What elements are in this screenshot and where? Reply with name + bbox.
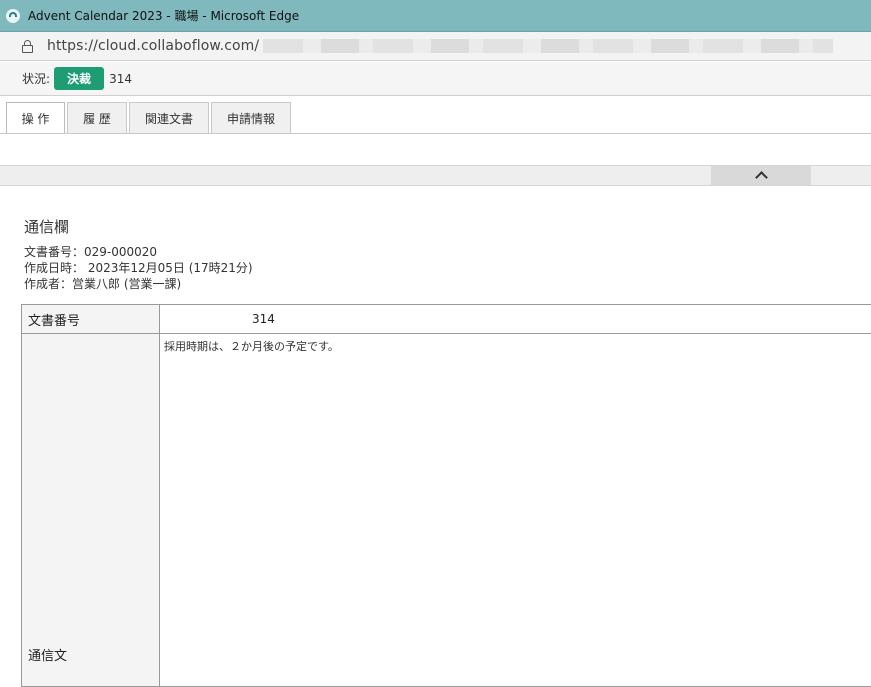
window-title: Advent Calendar 2023 - 職場 - Microsoft Ed… — [28, 7, 299, 24]
tab-bar: 操 作 履 歴 関連文書 申請情報 — [6, 102, 293, 134]
window-titlebar: Advent Calendar 2023 - 職場 - Microsoft Ed… — [0, 0, 871, 32]
collapse-button[interactable] — [711, 166, 811, 185]
meta-created-at: 作成日時： 2023年12月05日 (17時21分) — [24, 259, 253, 276]
message-form-table: 文書番号 314 通信文 採用時期は、２か月後の予定です。 — [21, 304, 871, 687]
url-text[interactable]: https://cloud.collaboflow.com/ — [47, 38, 259, 54]
tab-operation[interactable]: 操 作 — [6, 102, 65, 134]
section-title: 通信欄 — [24, 216, 69, 237]
tab-related-documents[interactable]: 関連文書 — [129, 102, 209, 133]
tab-divider — [0, 133, 871, 134]
field-value-doc-number: 314 — [160, 305, 871, 334]
url-redacted — [263, 39, 833, 53]
tab-label: 申請情報 — [227, 110, 275, 127]
collapse-bar — [0, 165, 871, 186]
tab-history[interactable]: 履 歴 — [67, 102, 127, 133]
edge-icon — [6, 9, 20, 23]
chevron-up-icon — [755, 171, 768, 184]
tab-application-info[interactable]: 申請情報 — [211, 102, 291, 133]
tab-label: 関連文書 — [145, 110, 193, 127]
tab-label: 履 歴 — [83, 110, 111, 127]
tab-label: 操 作 — [22, 110, 50, 127]
status-doc-number: 314 — [109, 72, 132, 86]
field-label-doc-number: 文書番号 — [22, 305, 160, 334]
meta-author: 作成者：営業八郎 (営業一課) — [24, 275, 181, 292]
status-label: 状況: — [22, 70, 50, 87]
table-row: 文書番号 314 — [22, 305, 871, 334]
status-bar: 状況: 決裁 314 — [0, 62, 871, 96]
address-bar[interactable]: https://cloud.collaboflow.com/ — [0, 32, 871, 61]
status-badge: 決裁 — [54, 67, 104, 90]
meta-doc-number: 文書番号：029-000020 — [24, 243, 157, 260]
lock-icon[interactable] — [22, 40, 33, 53]
